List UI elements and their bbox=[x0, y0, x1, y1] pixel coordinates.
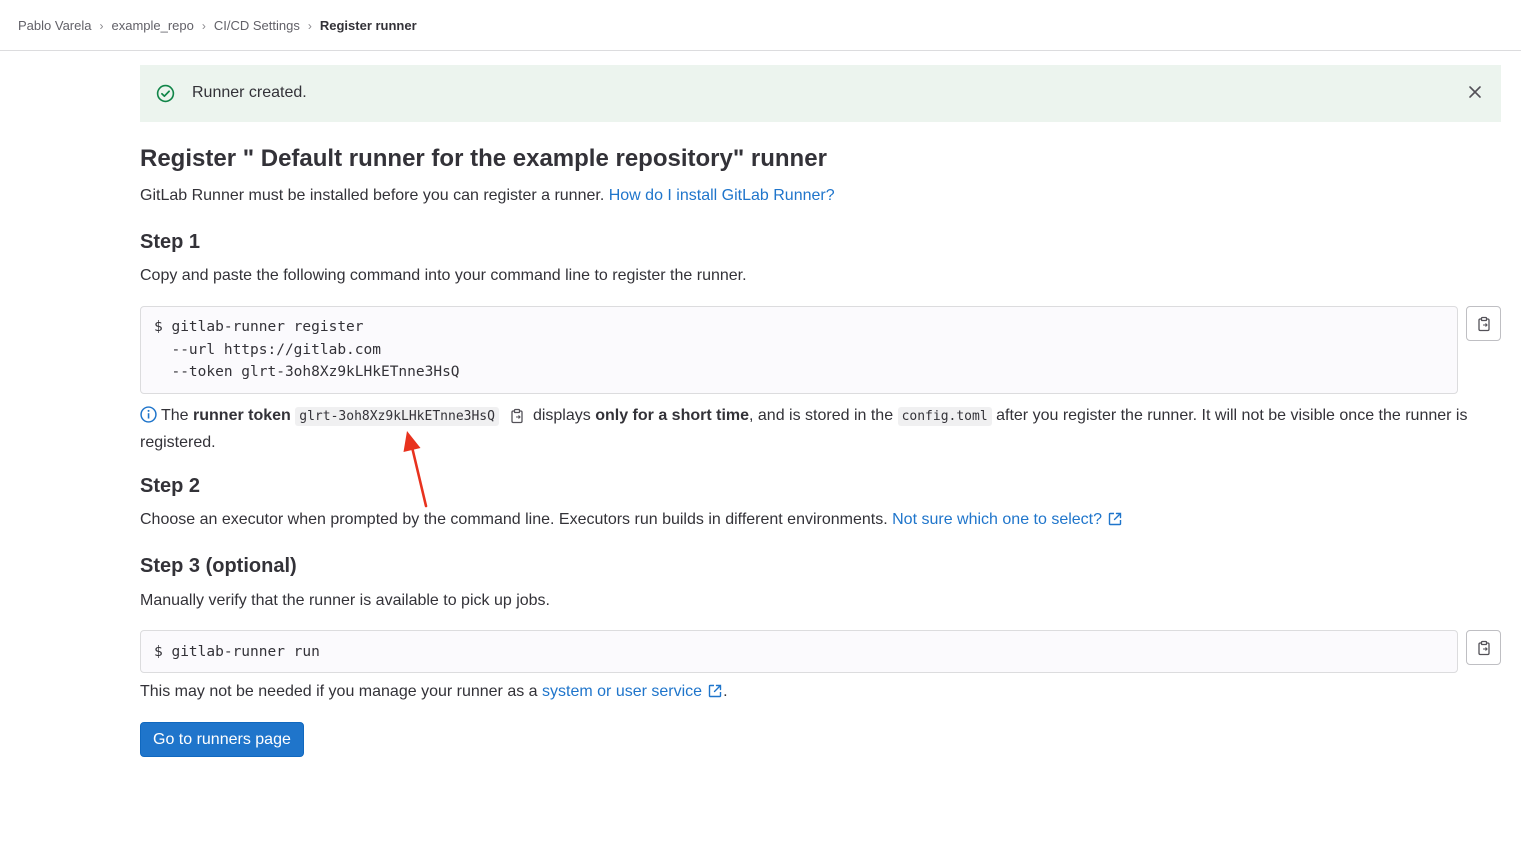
breadcrumb: Pablo Varela › example_repo › CI/CD Sett… bbox=[18, 18, 417, 33]
page-title: Register " Default runner for the exampl… bbox=[140, 145, 827, 172]
step2-description: Choose an executor when prompted by the … bbox=[140, 511, 888, 528]
copy-icon bbox=[1477, 316, 1490, 331]
step3-footer: This may not be needed if you manage you… bbox=[140, 683, 728, 701]
breadcrumb-current: Register runner bbox=[319, 18, 417, 33]
system-service-link-label: system or user service bbox=[542, 683, 703, 700]
step2-heading: Step 2 bbox=[140, 475, 201, 497]
step2-description-row: Choose an executor when prompted by the … bbox=[140, 511, 1123, 529]
copy-icon bbox=[1477, 640, 1490, 655]
command-line: --url https://gitlab.com bbox=[154, 341, 381, 358]
copy-token-icon[interactable] bbox=[509, 408, 525, 424]
runner-token-note: The runner token glrt-3oh8Xz9kLHkETnne3H… bbox=[140, 403, 1501, 456]
close-icon[interactable] bbox=[1467, 84, 1483, 100]
intro-text: GitLab Runner must be installed before y… bbox=[140, 187, 835, 205]
step1-heading: Step 1 bbox=[140, 231, 201, 253]
check-circle-icon bbox=[156, 84, 175, 103]
note-mid2: , and is stored in the bbox=[749, 407, 894, 424]
intro-description: GitLab Runner must be installed before y… bbox=[140, 187, 605, 204]
note-mid1: displays bbox=[532, 407, 591, 424]
breadcrumb-user[interactable]: Pablo Varela bbox=[18, 18, 91, 33]
command-line: --token glrt-3oh8Xz9kLHkETnne3HsQ bbox=[154, 364, 460, 380]
chevron-right-icon: › bbox=[201, 18, 206, 33]
executor-help-link[interactable]: Not sure which one to select? bbox=[892, 511, 1123, 528]
note-prefix: The bbox=[161, 407, 189, 424]
command-line: $ gitlab-runner register bbox=[154, 319, 364, 335]
step3-footer-suffix: . bbox=[723, 683, 728, 700]
note-bold-short-time: only for a short time bbox=[595, 407, 750, 424]
step3-description: Manually verify that the runner is avail… bbox=[140, 592, 550, 609]
external-link-icon bbox=[1108, 512, 1122, 526]
copy-run-command-button[interactable] bbox=[1466, 630, 1501, 665]
main-content: Runner created. Register " Default runne… bbox=[140, 65, 1501, 757]
executor-help-link-label: Not sure which one to select? bbox=[892, 511, 1103, 528]
system-service-link[interactable]: system or user service bbox=[542, 683, 723, 700]
step3-heading: Step 3 (optional) bbox=[140, 555, 297, 577]
breadcrumb-repo[interactable]: example_repo bbox=[111, 18, 193, 33]
register-command-block: $ gitlab-runner register --url https://g… bbox=[140, 306, 1458, 394]
run-command-block: $ gitlab-runner run bbox=[140, 630, 1458, 673]
command-line: $ gitlab-runner run bbox=[154, 644, 320, 660]
chevron-right-icon: › bbox=[99, 18, 104, 33]
go-to-runners-button[interactable]: Go to runners page bbox=[140, 722, 304, 757]
install-runner-link[interactable]: How do I install GitLab Runner? bbox=[609, 187, 835, 204]
info-icon bbox=[140, 406, 157, 423]
alert-message: Runner created. bbox=[192, 84, 307, 101]
step1-description: Copy and paste the following command int… bbox=[140, 267, 747, 284]
copy-register-command-button[interactable] bbox=[1466, 306, 1501, 341]
config-file-name: config.toml bbox=[897, 407, 992, 426]
success-alert: Runner created. bbox=[140, 65, 1501, 122]
step3-footer-prefix: This may not be needed if you manage you… bbox=[140, 683, 538, 700]
chevron-right-icon: › bbox=[307, 18, 312, 33]
breadcrumb-cicd-settings[interactable]: CI/CD Settings bbox=[214, 18, 300, 33]
top-bar: Pablo Varela › example_repo › CI/CD Sett… bbox=[0, 0, 1521, 51]
external-link-icon bbox=[708, 684, 722, 698]
note-bold-runner-token: runner token bbox=[193, 407, 291, 424]
runner-token-value: glrt-3oh8Xz9kLHkETnne3HsQ bbox=[295, 407, 499, 426]
